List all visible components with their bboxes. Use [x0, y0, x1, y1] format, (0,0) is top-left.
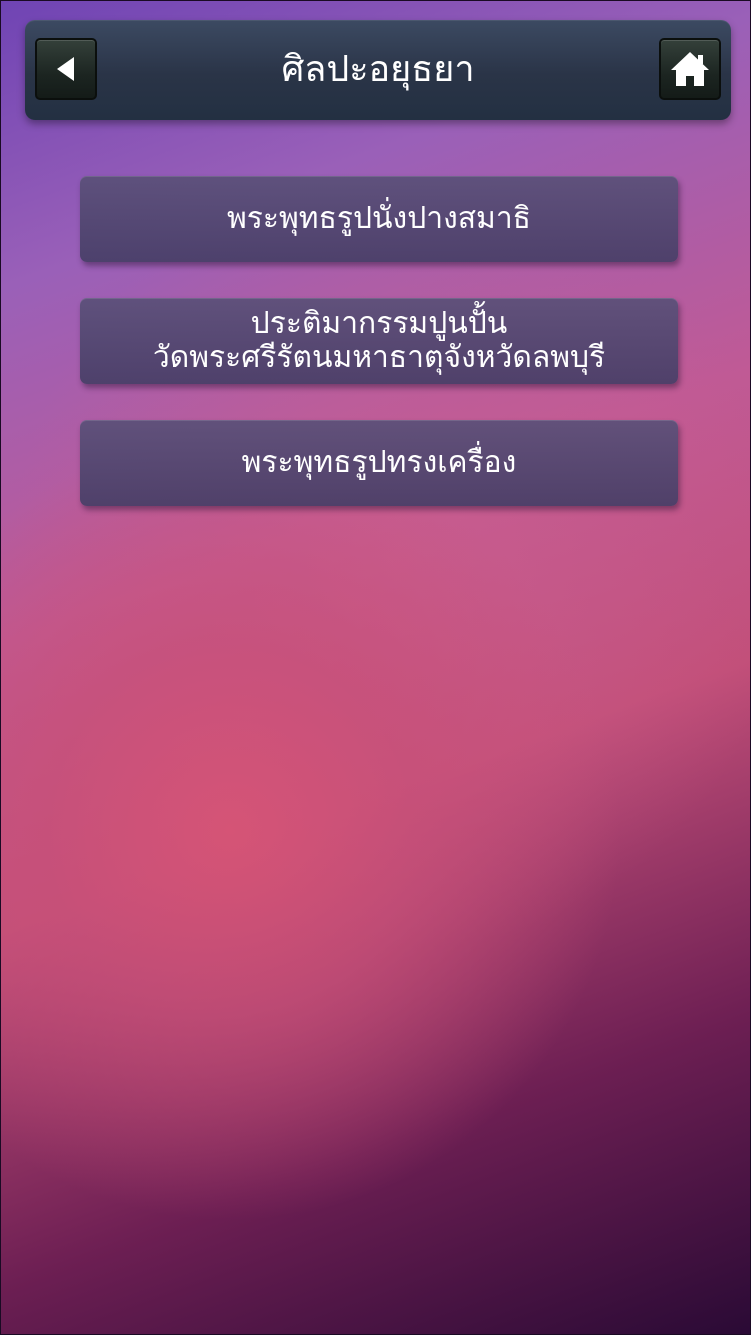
menu-item-label: พระพุทธรูปนั่งปางสมาธิ: [227, 201, 531, 236]
menu-item-crowned-buddha[interactable]: พระพุทธรูปทรงเครื่อง: [80, 420, 678, 506]
top-bar: ศิลปะอยุธยา: [25, 20, 731, 120]
menu-item-label-line-2: วัดพระศรีรัตนมหาธาตุจังหวัดลพบุรี: [152, 340, 606, 375]
back-button[interactable]: [35, 38, 97, 100]
triangle-left-icon: [57, 57, 74, 81]
menu-item-seated-buddha[interactable]: พระพุทธรูปนั่งปางสมาธิ: [80, 176, 678, 262]
menu-item-label-line-1: ประติมากรรมปูนปั้น: [250, 306, 508, 341]
home-icon: [671, 52, 709, 86]
menu-item-label: พระพุทธรูปทรงเครื่อง: [241, 445, 517, 480]
home-button[interactable]: [659, 38, 721, 100]
menu-item-stucco-sculpture[interactable]: ประติมากรรมปูนปั้น วัดพระศรีรัตนมหาธาตุจ…: [80, 298, 678, 384]
page-title: ศิลปะอยุธยา: [281, 49, 475, 90]
